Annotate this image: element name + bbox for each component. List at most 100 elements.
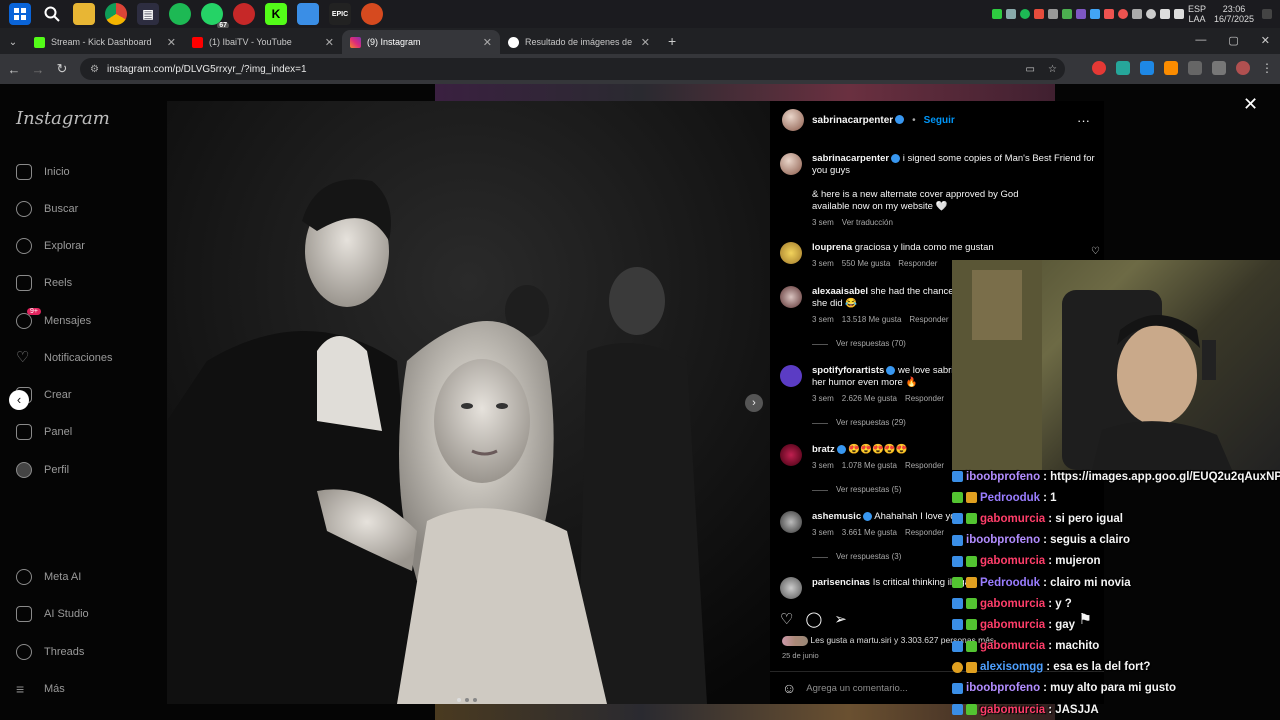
extensions-puzzle-icon[interactable] xyxy=(1188,61,1202,75)
volume-icon[interactable] xyxy=(1173,9,1184,19)
clipchamp-icon[interactable] xyxy=(233,3,255,25)
forward-icon[interactable]: → xyxy=(26,62,50,77)
notifications-icon[interactable] xyxy=(1262,9,1272,19)
extension-icon[interactable] xyxy=(1164,61,1178,75)
comment-bubble-icon[interactable]: ◯ xyxy=(805,610,822,628)
clock[interactable]: 23:06 16/7/2025 xyxy=(1214,4,1254,24)
profile-avatar-icon[interactable] xyxy=(1236,61,1250,75)
tray-icon[interactable] xyxy=(1145,9,1156,19)
caption-username[interactable]: sabrinacarpenter xyxy=(812,153,889,164)
nav-explorar[interactable]: Explorar xyxy=(16,238,85,254)
commenter-avatar[interactable] xyxy=(780,444,802,466)
commenter-avatar[interactable] xyxy=(780,286,802,308)
bookmark-star-icon[interactable]: ☆ xyxy=(1048,64,1057,75)
tab-instagram[interactable]: (9) Instagram ✕ xyxy=(342,30,500,54)
nav-perfil[interactable]: Perfil xyxy=(16,462,69,478)
comment-username[interactable]: ashemusic xyxy=(812,511,861,522)
nav-notificaciones[interactable]: ♡ Notificaciones xyxy=(16,350,112,366)
tab-close-icon[interactable]: ✕ xyxy=(483,36,492,49)
more-options-icon[interactable]: ··· xyxy=(1077,113,1090,128)
close-window-icon[interactable]: ✕ xyxy=(1261,34,1270,47)
comment-username[interactable]: parisencinas xyxy=(812,577,870,588)
search-icon[interactable] xyxy=(41,3,63,25)
media-control-icon[interactable] xyxy=(1212,61,1226,75)
reply-button[interactable]: Responder xyxy=(905,393,944,405)
view-replies-link[interactable]: Ver respuestas (70) xyxy=(836,338,906,350)
reload-icon[interactable]: ↻ xyxy=(50,61,74,77)
author-avatar[interactable] xyxy=(780,153,802,175)
nav-threads[interactable]: Threads xyxy=(16,644,84,660)
extension-icon[interactable] xyxy=(1092,61,1106,75)
comment-likes[interactable]: 1.078 Me gusta xyxy=(842,460,897,472)
nav-buscar[interactable]: Buscar xyxy=(16,201,78,217)
tab-youtube[interactable]: (1) IbaiTV - YouTube ✕ xyxy=(184,30,342,54)
address-bar[interactable]: ⚙ instagram.com/p/DLVG5rrxyr_/?img_index… xyxy=(80,58,1065,80)
nav-inicio[interactable]: Inicio xyxy=(16,164,70,180)
reply-button[interactable]: Responder xyxy=(905,527,944,539)
epic-games-icon[interactable]: EPIC xyxy=(329,3,351,25)
comment-username[interactable]: alexaaisabel xyxy=(812,286,868,297)
tray-icon[interactable] xyxy=(1117,9,1128,19)
instagram-logo[interactable]: Instagram xyxy=(16,108,110,129)
photos-icon[interactable] xyxy=(297,3,319,25)
comment-username[interactable]: bratz xyxy=(812,444,835,455)
extension-icon[interactable] xyxy=(1140,61,1154,75)
spotify-icon[interactable] xyxy=(169,3,191,25)
browser-menu-icon[interactable]: ⋮ xyxy=(1260,61,1274,75)
new-tab-button[interactable]: + xyxy=(658,33,686,54)
reply-button[interactable]: Responder xyxy=(905,460,944,472)
tray-icon[interactable] xyxy=(1075,9,1086,19)
tray-icon[interactable] xyxy=(1019,9,1030,19)
tray-icon[interactable] xyxy=(1005,9,1016,19)
kick-icon[interactable]: K xyxy=(265,3,287,25)
comment-username[interactable]: spotifyforartists xyxy=(812,365,884,376)
share-send-icon[interactable]: ➢ xyxy=(834,610,847,628)
extension-icon[interactable] xyxy=(1116,61,1130,75)
comment-username[interactable]: louprena xyxy=(812,242,852,253)
nav-ai-studio[interactable]: AI Studio xyxy=(16,606,89,622)
minimize-icon[interactable]: — xyxy=(1195,34,1206,47)
view-replies-link[interactable]: Ver respuestas (29) xyxy=(836,417,906,429)
tab-kick[interactable]: Stream - Kick Dashboard ✕ xyxy=(26,30,184,54)
nav-mas[interactable]: ≡ Más xyxy=(16,681,65,697)
close-icon[interactable]: ✕ xyxy=(1243,94,1258,115)
file-explorer-icon[interactable] xyxy=(73,3,95,25)
post-image[interactable] xyxy=(167,101,770,704)
comment-likes[interactable]: 550 Me gusta xyxy=(842,258,890,270)
tray-icon[interactable] xyxy=(1131,9,1142,19)
reply-button[interactable]: Responder xyxy=(898,258,937,270)
comment-likes[interactable]: 3.661 Me gusta xyxy=(842,527,897,539)
view-replies-link[interactable]: Ver respuestas (3) xyxy=(836,551,901,563)
whatsapp-icon[interactable]: 67 xyxy=(201,3,229,29)
nav-mensajes[interactable]: 9+ Mensajes xyxy=(16,308,91,329)
author-avatar[interactable] xyxy=(782,109,804,131)
app-icon[interactable] xyxy=(361,3,383,25)
nav-reels[interactable]: Reels xyxy=(16,275,72,291)
tab-close-icon[interactable]: ✕ xyxy=(325,36,334,49)
reply-button[interactable]: Responder xyxy=(909,314,948,326)
comment-likes[interactable]: 13.518 Me gusta xyxy=(842,314,902,326)
translate-link[interactable]: Ver traducción xyxy=(842,217,893,229)
emoji-icon[interactable]: ☺ xyxy=(782,680,796,696)
language-indicator[interactable]: ESP LAA xyxy=(1188,4,1206,24)
follow-button[interactable]: Seguir xyxy=(924,115,955,126)
commenter-avatar[interactable] xyxy=(780,365,802,387)
tray-icon[interactable] xyxy=(1103,9,1114,19)
commenter-avatar[interactable] xyxy=(780,577,802,599)
view-replies-link[interactable]: Ver respuestas (5) xyxy=(836,484,901,496)
tab-close-icon[interactable]: ✕ xyxy=(641,36,650,49)
tab-close-icon[interactable]: ✕ xyxy=(167,36,176,49)
wifi-icon[interactable] xyxy=(1159,9,1170,19)
tray-icon[interactable] xyxy=(991,9,1002,19)
terminal-icon[interactable]: ▤ xyxy=(137,3,159,25)
next-image-arrow-icon[interactable]: › xyxy=(745,394,763,412)
nav-panel[interactable]: Panel xyxy=(16,424,72,440)
like-heart-icon[interactable]: ♡ xyxy=(780,610,793,628)
commenter-avatar[interactable] xyxy=(780,511,802,533)
tray-icon[interactable] xyxy=(1089,9,1100,19)
chrome-icon[interactable] xyxy=(105,3,127,25)
tab-google-images[interactable]: Resultado de imágenes de Goo✕ xyxy=(500,30,658,54)
nav-meta-ai[interactable]: Meta AI xyxy=(16,569,81,585)
back-icon[interactable]: ← xyxy=(2,62,26,77)
commenter-avatar[interactable] xyxy=(780,242,802,264)
